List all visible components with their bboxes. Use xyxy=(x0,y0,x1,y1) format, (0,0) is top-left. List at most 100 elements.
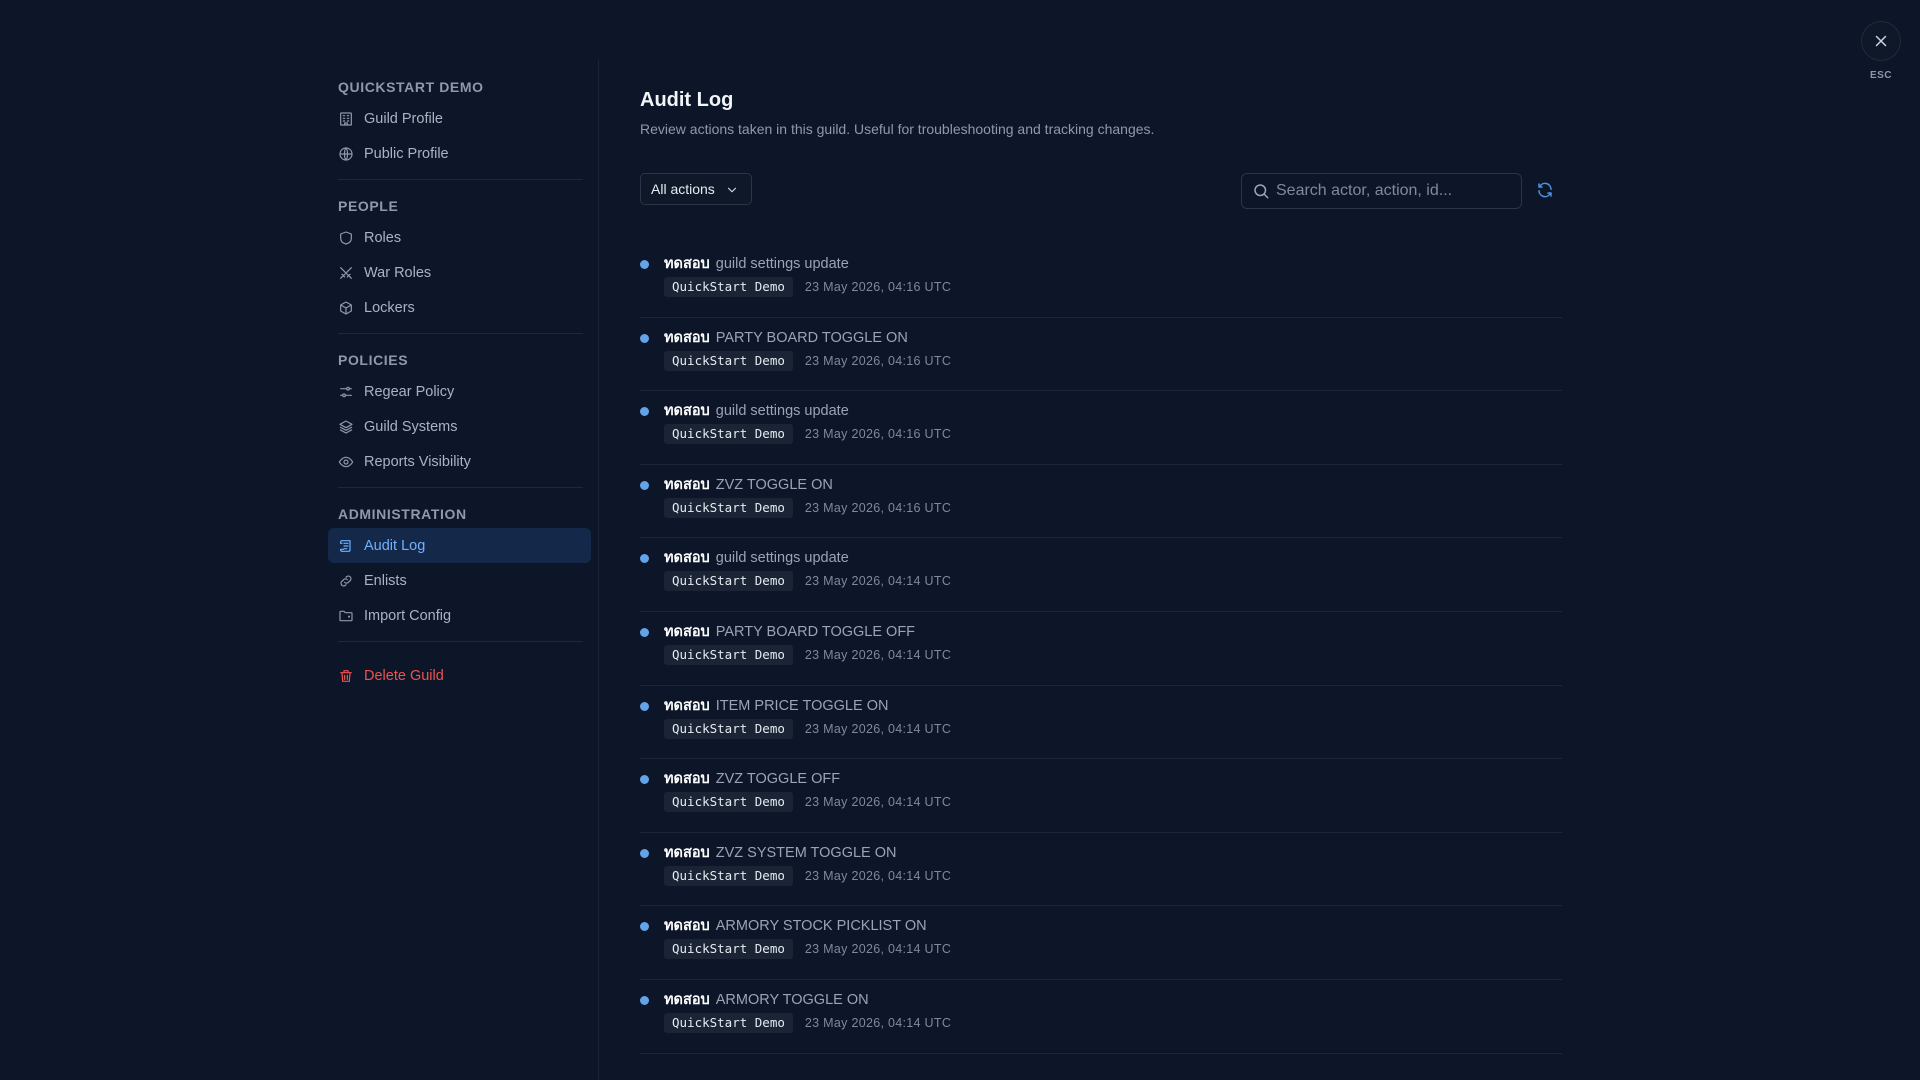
log-timestamp: 23 May 2026, 04:16 UTC xyxy=(804,353,952,368)
sidebar-item-label: Reports Visibility xyxy=(364,453,471,470)
close-button[interactable] xyxy=(1861,21,1901,61)
search-icon xyxy=(1254,184,1269,199)
guild-tag: QuickStart Demo xyxy=(664,571,793,592)
log-action: ZVZ TOGGLE ON xyxy=(715,476,833,493)
guild-tag: QuickStart Demo xyxy=(664,865,793,886)
sidebar-group-policies: POLICIES Regear Policy Guild Systems Rep… xyxy=(328,334,598,488)
search-input[interactable] xyxy=(1276,182,1496,200)
log-action: PARTY BOARD TOGGLE ON xyxy=(715,329,908,346)
delete-guild-button[interactable]: Delete Guild xyxy=(328,658,591,693)
trash-icon xyxy=(338,668,354,684)
sidebar-heading-policies: POLICIES xyxy=(338,352,409,368)
guild-tag: QuickStart Demo xyxy=(664,1012,793,1033)
delete-guild-label: Delete Guild xyxy=(364,667,444,684)
guild-tag: QuickStart Demo xyxy=(664,497,793,518)
close-icon xyxy=(1875,35,1887,47)
crossed-swords-icon xyxy=(338,265,354,281)
log-action: ZVZ TOGGLE OFF xyxy=(715,771,841,788)
layers-icon xyxy=(338,419,354,435)
log-action: PARTY BOARD TOGGLE OFF xyxy=(715,623,916,640)
sidebar-item-enlists[interactable]: Enlists xyxy=(328,563,591,598)
status-dot xyxy=(640,554,649,564)
sidebar-group-administration: ADMINISTRATION Audit Log Enlists Import … xyxy=(328,488,598,642)
log-entry: ทดสอบ PARTY BOARD TOGGLE OFF QuickStart D… xyxy=(640,612,1562,686)
log-timestamp: 23 May 2026, 04:16 UTC xyxy=(804,500,952,515)
log-actor: ทดสอบ xyxy=(664,403,710,420)
eye-icon xyxy=(338,454,354,470)
status-dot xyxy=(640,848,649,858)
box-icon xyxy=(338,300,354,316)
chevron-down-icon xyxy=(727,187,737,193)
guild-tag: QuickStart Demo xyxy=(664,424,793,445)
log-entry: ทดสอบ ZVZ SYSTEM TOGGLE ON QuickStart Dem… xyxy=(640,833,1562,907)
sidebar-heading-quickstart: QUICKSTART DEMO xyxy=(338,79,484,95)
log-entry: ทดสอบ PARTY BOARD TOGGLE ON QuickStart De… xyxy=(640,318,1562,392)
log-entry: ทดสอบ guild settings update QuickStart De… xyxy=(640,391,1562,465)
sidebar-item-label: Guild Profile xyxy=(364,110,443,127)
sidebar-item-regear-policy[interactable]: Regear Policy xyxy=(328,374,591,409)
globe-icon xyxy=(338,146,354,162)
sidebar-item-reports-visibility[interactable]: Reports Visibility xyxy=(328,444,591,479)
log-timestamp: 23 May 2026, 04:14 UTC xyxy=(804,721,952,736)
sidebar-group-people: PEOPLE Roles War Roles Lockers xyxy=(328,180,598,334)
sidebar-heading-people: PEOPLE xyxy=(338,198,399,214)
audit-log-panel: Audit Log Review actions taken in this g… xyxy=(640,85,1562,1054)
sidebar-item-label: War Roles xyxy=(364,264,432,281)
guild-tag: QuickStart Demo xyxy=(664,939,793,960)
sidebar-item-label: Public Profile xyxy=(364,145,449,162)
log-timestamp: 23 May 2026, 04:16 UTC xyxy=(804,280,952,294)
sidebar-item-guild-systems[interactable]: Guild Systems xyxy=(328,409,591,444)
status-dot xyxy=(640,995,649,1005)
settings-sidebar: QUICKSTART DEMO Guild Profile Public Pro… xyxy=(328,60,599,1080)
sidebar-item-label: Guild Systems xyxy=(364,418,458,435)
log-entry: ทดสอบ ITEM PRICE TOGGLE ON QuickStart Dem… xyxy=(640,686,1562,760)
sidebar-item-audit-log[interactable]: Audit Log xyxy=(328,528,591,563)
log-timestamp: 23 May 2026, 04:14 UTC xyxy=(804,574,952,589)
sidebar-group-quickstart: QUICKSTART DEMO Guild Profile Public Pro… xyxy=(328,60,598,180)
guild-tag: QuickStart Demo xyxy=(664,644,793,665)
sidebar-item-lockers[interactable]: Lockers xyxy=(328,290,591,325)
log-timestamp: 23 May 2026, 04:14 UTC xyxy=(804,868,952,883)
sidebar-item-public-profile[interactable]: Public Profile xyxy=(328,136,591,171)
status-dot xyxy=(640,922,649,932)
page-description: Review actions taken in this guild. Usef… xyxy=(640,121,1155,137)
log-actor: ทดสอบ xyxy=(664,256,710,272)
scroll-icon xyxy=(338,538,354,554)
log-actor: ทดสอบ xyxy=(664,918,710,935)
log-timestamp: 23 May 2026, 04:14 UTC xyxy=(804,795,952,810)
log-timestamp: 23 May 2026, 04:14 UTC xyxy=(804,942,952,957)
log-entry: ทดสอบ guild settings update QuickStart De… xyxy=(640,244,1562,318)
page-title: Audit Log xyxy=(640,89,734,111)
refresh-icon[interactable] xyxy=(1536,181,1554,199)
audit-toolbar: All actions xyxy=(640,173,1562,209)
sidebar-item-roles[interactable]: Roles xyxy=(328,220,591,255)
log-entry: ทดสอบ ARMORY STOCK PICKLIST ON QuickStart… xyxy=(640,906,1562,980)
link-icon xyxy=(338,573,354,589)
status-dot xyxy=(640,333,649,343)
folder-icon xyxy=(338,608,354,624)
status-dot xyxy=(640,260,649,269)
guild-tag: QuickStart Demo xyxy=(664,792,793,813)
action-filter-select[interactable]: All actions xyxy=(640,173,752,205)
building-icon xyxy=(338,111,354,127)
sidebar-item-guild-profile[interactable]: Guild Profile xyxy=(328,101,591,136)
sidebar-item-label: Audit Log xyxy=(364,537,426,554)
log-action: ZVZ SYSTEM TOGGLE ON xyxy=(715,844,897,861)
sidebar-item-label: Lockers xyxy=(364,299,415,316)
log-action: ARMORY STOCK PICKLIST ON xyxy=(715,918,927,935)
log-actor: ทดสอบ xyxy=(664,550,710,567)
guild-tag: QuickStart Demo xyxy=(664,277,793,297)
sidebar-item-import-config[interactable]: Import Config xyxy=(328,598,591,633)
sidebar-heading-administration: ADMINISTRATION xyxy=(338,506,467,522)
status-dot xyxy=(640,775,649,785)
sidebar-item-label: Enlists xyxy=(364,572,407,589)
action-filter-value: All actions xyxy=(651,181,715,197)
log-action: guild settings update xyxy=(715,550,849,567)
log-action: ARMORY TOGGLE ON xyxy=(715,991,869,1008)
log-entry: ทดสอบ guild settings update QuickStart De… xyxy=(640,538,1562,612)
shield-icon xyxy=(338,230,354,246)
log-action: ITEM PRICE TOGGLE ON xyxy=(715,697,889,714)
status-dot xyxy=(640,480,649,490)
log-timestamp: 23 May 2026, 04:14 UTC xyxy=(804,1015,952,1030)
sidebar-item-war-roles[interactable]: War Roles xyxy=(328,255,591,290)
